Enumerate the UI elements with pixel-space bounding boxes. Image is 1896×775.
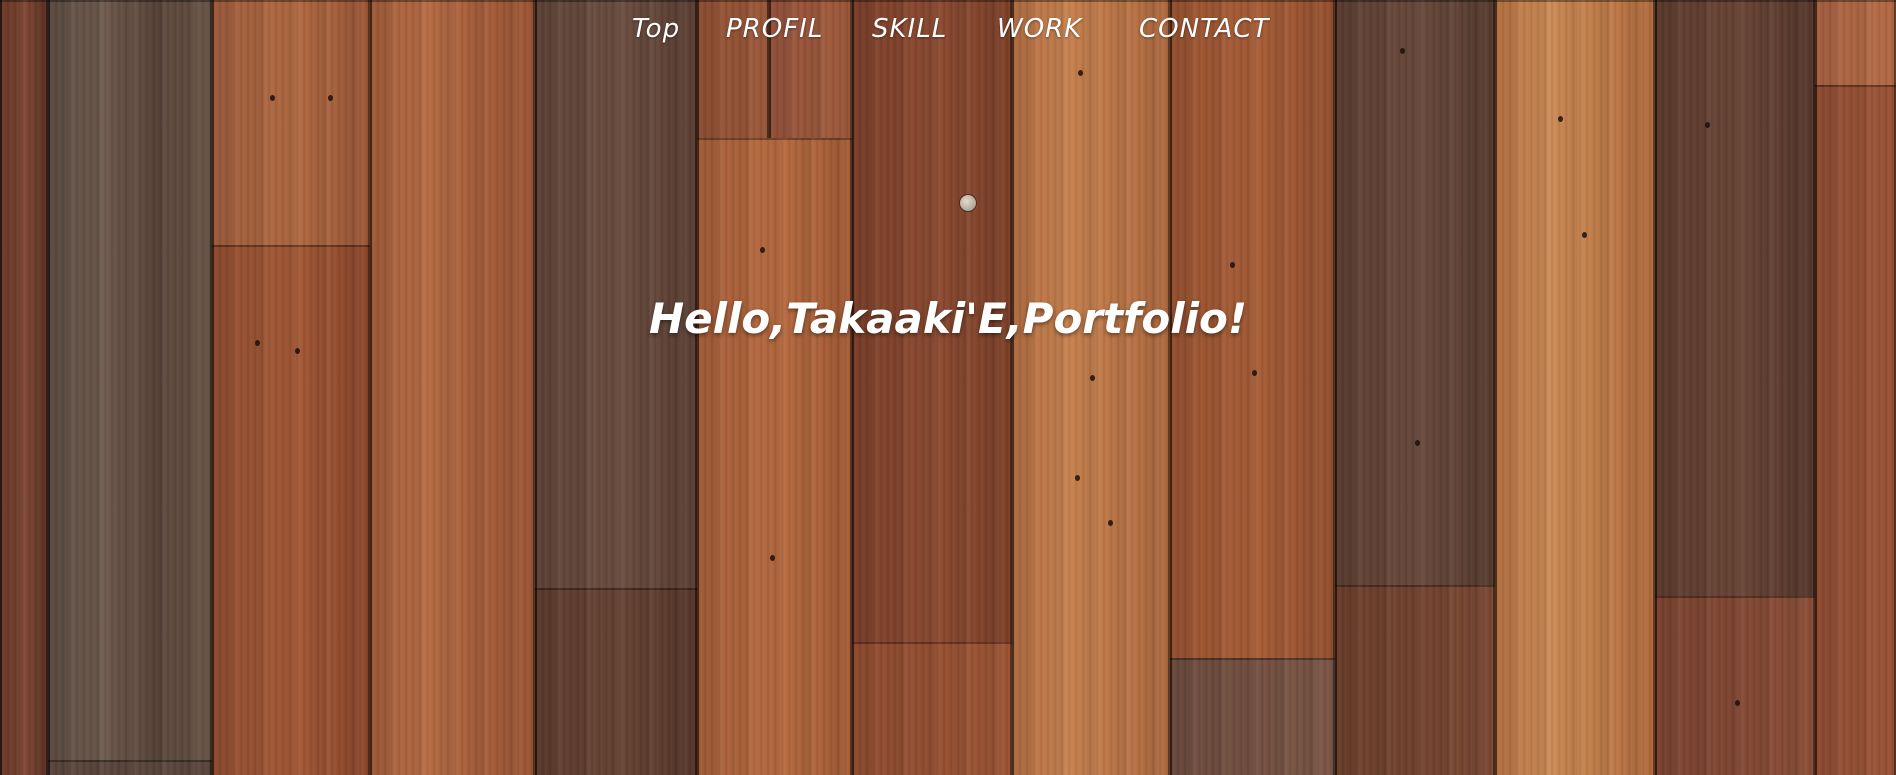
plank — [852, 642, 1012, 775]
nail-icon — [1582, 232, 1587, 238]
nav-item-contact[interactable]: CONTACT — [1139, 14, 1269, 44]
nail-icon — [270, 95, 275, 101]
plank — [1655, 596, 1815, 775]
nail-icon — [1090, 375, 1095, 381]
plank — [535, 588, 697, 775]
plank — [1170, 658, 1335, 775]
nail-icon — [770, 555, 775, 561]
hero-title: Hello,Takaaki'E,Portfolio! — [648, 294, 1248, 343]
nail-icon — [1252, 370, 1257, 376]
plank — [697, 138, 852, 775]
nail-icon — [1078, 70, 1083, 76]
nail-icon — [295, 348, 300, 354]
nail-icon — [1230, 262, 1235, 268]
plank — [370, 0, 535, 775]
plank — [48, 0, 212, 760]
screw-icon — [960, 195, 976, 211]
nav-item-work[interactable]: WORK — [997, 14, 1082, 44]
plank — [48, 760, 212, 775]
nail-icon — [1415, 440, 1420, 446]
plank — [1012, 0, 1170, 775]
plank — [1815, 85, 1896, 775]
nav-item-top[interactable]: Top — [632, 14, 680, 44]
nail-icon — [1735, 700, 1740, 706]
plank — [1335, 0, 1495, 585]
nail-icon — [328, 95, 333, 101]
plank — [1335, 585, 1495, 775]
plank — [1495, 0, 1655, 775]
nail-icon — [1558, 116, 1563, 122]
nav-item-skill[interactable]: SKILL — [872, 14, 947, 44]
nail-icon — [1705, 122, 1710, 128]
plank — [0, 0, 48, 775]
hero-section: Top PROFIL SKILL WORK CONTACT Hello,Taka… — [0, 0, 1896, 775]
main-navigation: Top PROFIL SKILL WORK CONTACT — [0, 14, 1896, 54]
nav-item-profil[interactable]: PROFIL — [726, 14, 823, 44]
nail-icon — [1075, 475, 1080, 481]
nail-icon — [760, 247, 765, 253]
nail-icon — [1108, 520, 1113, 526]
